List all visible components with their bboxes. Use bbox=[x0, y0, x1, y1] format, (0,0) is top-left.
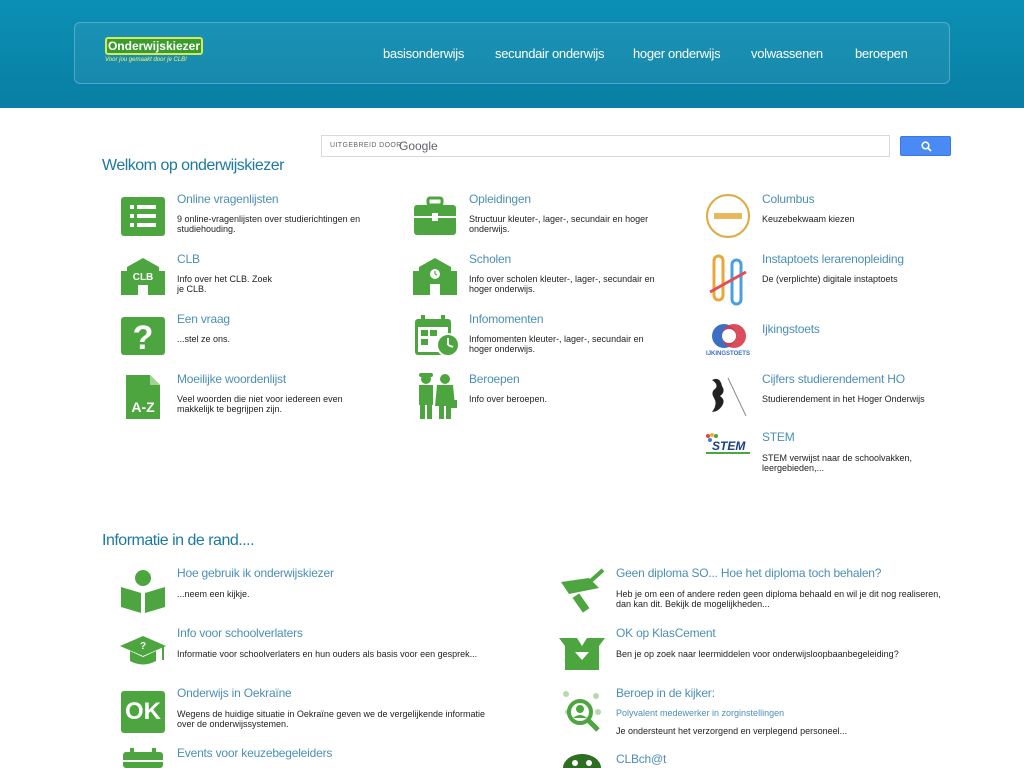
svg-text:?: ? bbox=[133, 319, 154, 355]
flemish-lion-logo[interactable] bbox=[706, 374, 750, 418]
logo-tagline: Voor jou gemaakt door je CLB! bbox=[105, 57, 187, 63]
item-beroepen-desc: Info over beroepen. bbox=[469, 394, 548, 404]
item-columbus-desc: Keuzebekwaam kiezen bbox=[762, 214, 855, 224]
rand-item-klascement[interactable]: OK op KlasCement bbox=[616, 626, 716, 640]
search-icon bbox=[921, 141, 932, 152]
rand-item-geen-diploma-desc: Heb je om een of andere reden geen diplo… bbox=[616, 589, 941, 609]
school-icon[interactable] bbox=[413, 257, 457, 295]
diploma-icon[interactable] bbox=[559, 568, 605, 614]
rand-item-schoolverlaters-desc: Informatie voor schoolverlaters en hun o… bbox=[177, 649, 478, 659]
navigation-bar: Onderwijskiezer Voor jou gemaakt door je… bbox=[74, 22, 950, 84]
item-columbus[interactable]: Columbus bbox=[762, 192, 815, 206]
list-icon[interactable] bbox=[121, 197, 165, 236]
top-header: Onderwijskiezer Voor jou gemaakt door je… bbox=[0, 0, 1024, 108]
a-z-document-icon[interactable]: A-Z bbox=[124, 374, 162, 420]
onderwijskiezer-logo[interactable]: Onderwijskiezer Voor jou gemaakt door je… bbox=[105, 37, 203, 63]
calendar-icon[interactable] bbox=[121, 748, 165, 768]
ok-icon-text: OK bbox=[125, 698, 161, 725]
question-icon[interactable]: ? bbox=[121, 317, 165, 357]
rand-item-oekraine[interactable]: Onderwijs in Oekraïne bbox=[177, 686, 292, 700]
item-clb-desc: Info over het CLB. Zoek je CLB. bbox=[177, 274, 273, 294]
item-ijkingstoets[interactable]: Ijkingstoets bbox=[762, 322, 820, 336]
rand-item-geen-diploma[interactable]: Geen diploma SO... Hoe het diploma toch … bbox=[616, 566, 881, 580]
stem-logo[interactable]: STEM bbox=[704, 433, 752, 455]
item-clb[interactable]: CLB bbox=[177, 252, 200, 266]
graduation-cap-icon[interactable]: ? bbox=[119, 634, 167, 668]
chat-icon[interactable] bbox=[562, 752, 602, 768]
nav-basisonderwijs[interactable]: basisonderwijs bbox=[383, 46, 464, 61]
item-beroepen[interactable]: Beroepen bbox=[469, 372, 520, 386]
nav-hoger-onderwijs[interactable]: hoger onderwijs bbox=[633, 46, 721, 61]
rand-item-schoolverlaters[interactable]: Info voor schoolverlaters bbox=[177, 626, 303, 640]
search-button[interactable] bbox=[900, 136, 951, 156]
item-scholen[interactable]: Scholen bbox=[469, 252, 511, 266]
item-moeilijke-woordenlijst-desc: Veel woorden die niet voor iedereen even… bbox=[177, 394, 343, 414]
rand-item-hoe-gebruik[interactable]: Hoe gebruik ik onderwijskiezer bbox=[177, 566, 334, 580]
item-infomomenten-desc: Infomomenten kleuter-, lager-, secundair… bbox=[469, 334, 644, 354]
rand-item-beroep-kijker-desc: Je ondersteunt het verzorgend en verpleg… bbox=[616, 726, 848, 736]
nav-volwassenen[interactable]: volwassenen bbox=[751, 46, 823, 61]
logo-text: Onderwijskiezer bbox=[105, 37, 203, 55]
item-een-vraag[interactable]: Een vraag bbox=[177, 312, 230, 326]
rand-item-beroep-kijker-subtitle[interactable]: Polyvalent medewerker in zorginstellinge… bbox=[616, 708, 946, 718]
item-instaptoets[interactable]: Instaptoets lerarenopleiding bbox=[762, 252, 904, 266]
rand-item-klascement-desc: Ben je op zoek naar leermiddelen voor on… bbox=[616, 649, 899, 659]
rand-item-clbchat[interactable]: CLBch@t bbox=[616, 752, 666, 766]
ok-icon[interactable]: OK bbox=[121, 691, 165, 733]
reader-icon[interactable] bbox=[121, 569, 165, 613]
google-brand: Google bbox=[399, 139, 438, 153]
nav-beroepen[interactable]: beroepen bbox=[855, 46, 908, 61]
item-stem-desc: STEM verwijst naar de schoolvakken, leer… bbox=[762, 453, 913, 473]
item-instaptoets-desc: De (verplichte) digitale instaptoets bbox=[762, 274, 898, 284]
search-input[interactable]: UITGEBREID DOOR Google bbox=[321, 135, 890, 157]
svg-text:A-Z: A-Z bbox=[131, 399, 155, 415]
item-stem[interactable]: STEM bbox=[762, 430, 795, 444]
briefcase-icon[interactable] bbox=[413, 196, 457, 236]
magnifier-person-icon[interactable] bbox=[560, 690, 602, 734]
rand-title: Informatie in de rand.... bbox=[102, 532, 255, 549]
nav-secundair-onderwijs[interactable]: secundair onderwijs bbox=[495, 46, 605, 61]
search-powered-by: UITGEBREID DOOR bbox=[330, 142, 402, 149]
item-moeilijke-woordenlijst[interactable]: Moeilijke woordenlijst bbox=[177, 372, 286, 386]
svg-text:?: ? bbox=[140, 641, 146, 652]
item-een-vraag-desc: ...stel ze ons. bbox=[177, 334, 231, 344]
clb-building-icon[interactable]: CLB bbox=[121, 257, 165, 295]
item-cijfers-studierendement-desc: Studierendement in het Hoger Onderwijs bbox=[762, 394, 925, 404]
rand-item-beroep-kijker[interactable]: Beroep in de kijker: bbox=[616, 686, 715, 700]
instaptoets-logo[interactable] bbox=[706, 254, 750, 306]
open-box-icon[interactable] bbox=[559, 634, 605, 670]
item-online-vragenlijsten[interactable]: Online vragenlijsten bbox=[177, 192, 279, 206]
svg-text:CLB: CLB bbox=[133, 272, 154, 283]
item-online-vragenlijsten-desc: 9 online-vragenlijsten over studierichti… bbox=[177, 214, 361, 234]
item-cijfers-studierendement[interactable]: Cijfers studierendement HO bbox=[762, 372, 905, 386]
item-infomomenten[interactable]: Infomomenten bbox=[469, 312, 544, 326]
workers-icon[interactable] bbox=[414, 372, 458, 420]
item-opleidingen[interactable]: Opleidingen bbox=[469, 192, 531, 206]
ijkingstoets-logo-text: IJKINGSTOETS bbox=[706, 351, 750, 357]
columbus-logo[interactable] bbox=[706, 194, 750, 238]
rand-item-oekraine-desc: Wegens de huidige situatie in Oekraïne g… bbox=[177, 709, 486, 729]
calendar-clock-icon[interactable] bbox=[413, 314, 460, 358]
rand-item-events[interactable]: Events voor keuzebegeleiders bbox=[177, 746, 332, 760]
rand-item-hoe-gebruik-desc: ...neem een kijkje. bbox=[177, 589, 250, 599]
ijkingstoets-logo[interactable]: IJKINGSTOETS bbox=[704, 322, 752, 362]
item-scholen-desc: Info over scholen kleuter-, lager-, secu… bbox=[469, 274, 655, 294]
welcome-title: Welkom op onderwijskiezer bbox=[102, 157, 284, 174]
stem-logo-text: STEM bbox=[712, 439, 746, 453]
item-opleidingen-desc: Structuur kleuter-, lager-, secundair en… bbox=[469, 214, 649, 234]
